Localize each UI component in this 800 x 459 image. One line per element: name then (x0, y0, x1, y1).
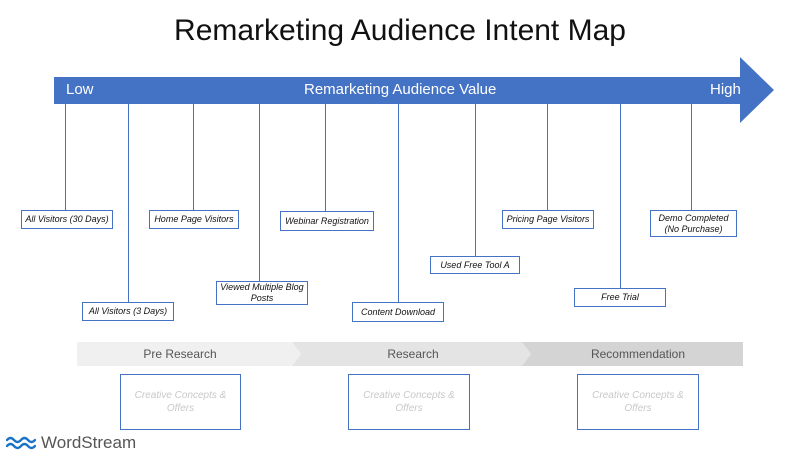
audience-webinar-registration: Webinar Registration (280, 211, 374, 231)
brand-name: WordStream (41, 433, 137, 452)
audience-home-page-visitors: Home Page Visitors (149, 210, 239, 229)
arrow-low-label: Low (66, 81, 94, 98)
creative-concepts-box: Creative Concepts & Offers (577, 374, 699, 430)
audience-free-trial: Free Trial (574, 288, 666, 307)
audience-used-free-tool-a: Used Free Tool A (430, 256, 520, 274)
stage-recommendation-label: Recommendation (590, 347, 686, 361)
connector-line (475, 104, 476, 256)
connector-line (65, 104, 66, 210)
audience-all-visitors-30-days: All Visitors (30 Days) (21, 210, 113, 229)
connector-line (620, 104, 621, 288)
wordstream-logo: WordStream (6, 433, 136, 453)
arrow-center-label: Remarketing Audience Value (304, 81, 497, 98)
audience-pricing-page-visitors: Pricing Page Visitors (502, 210, 594, 229)
connector-line (193, 104, 194, 210)
connector-line (691, 104, 692, 210)
connector-line (398, 104, 399, 302)
stage-pre-research-label: Pre Research (143, 347, 217, 361)
wave-icon (6, 436, 36, 450)
connector-line (325, 104, 326, 211)
stage-research-label: Research (387, 347, 439, 361)
audience-demo-completed: Demo Completed (No Purchase) (650, 210, 737, 237)
connector-line (547, 104, 548, 210)
creative-concepts-box: Creative Concepts & Offers (348, 374, 470, 430)
connector-line (259, 104, 260, 281)
creative-concepts-box: Creative Concepts & Offers (120, 374, 241, 430)
audience-content-download: Content Download (352, 302, 444, 322)
connector-line (128, 104, 129, 302)
arrow-high-label: High (710, 81, 741, 98)
audience-all-visitors-3-days: All Visitors (3 Days) (82, 302, 174, 321)
audience-viewed-multiple-blog-posts: Viewed Multiple Blog Posts (216, 281, 308, 305)
